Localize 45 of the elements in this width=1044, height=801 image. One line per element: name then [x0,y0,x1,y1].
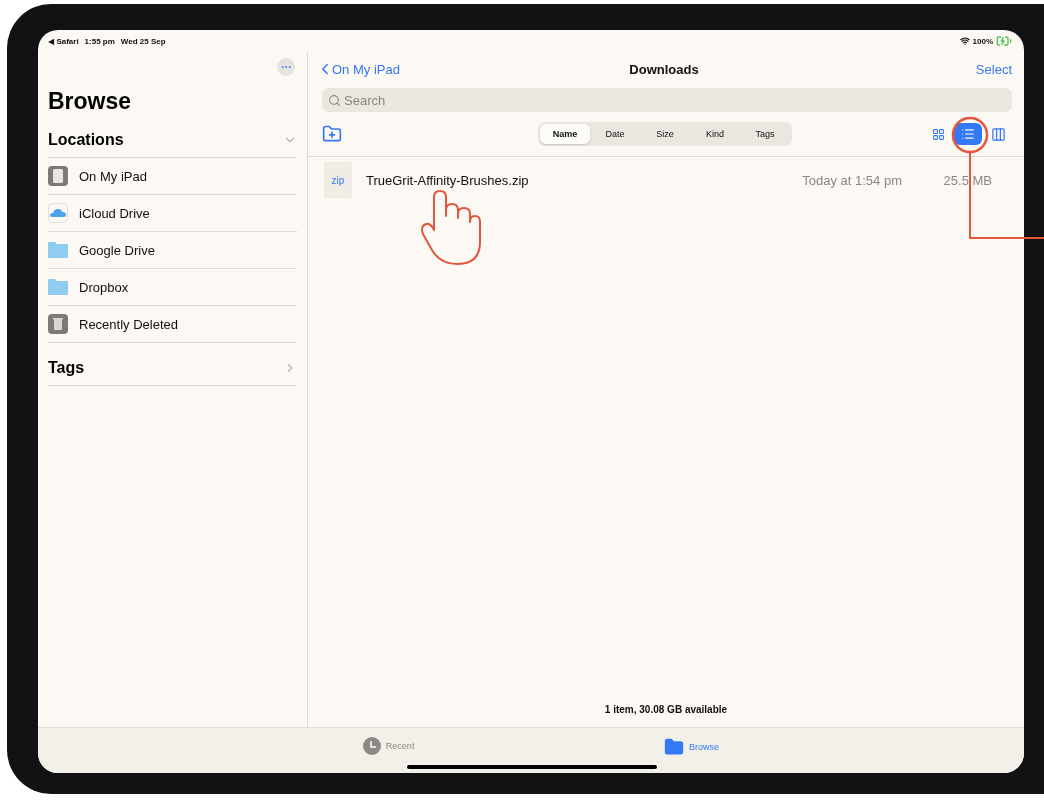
tablet-icon [48,166,68,186]
section-title: Locations [48,131,124,149]
sidebar-title: Browse [48,88,133,115]
sort-tab[interactable]: Date [590,124,640,144]
battery-percentage: 100% [972,36,993,46]
back-link[interactable]: On My iPad [316,60,400,78]
sort-tab[interactable]: Name [540,124,590,144]
columns-icon [990,126,1006,142]
wifi-icon [959,36,970,46]
more-button[interactable] [277,58,295,76]
highlight-circle [951,116,989,154]
location-item[interactable]: iCloud Drive [79,205,150,221]
location-item[interactable]: Recently Deleted [79,316,178,332]
back-to-app-label[interactable]: ◀ Safari [48,36,79,46]
file-date: Today at 1:54 pm [802,172,902,188]
battery-icon [996,33,1012,49]
search-field[interactable]: Search [322,88,1012,112]
sort-tab[interactable]: Kind [690,124,740,144]
storage-summary: 1 item, 30.08 GB available [604,704,728,715]
folder-title: Downloads [629,61,699,77]
location-item[interactable]: On My iPad [79,168,147,184]
file-name[interactable]: TrueGrit-Affinity-Brushes.zip [366,172,803,188]
status-date: Wed 25 Sep [120,36,166,46]
status-time: 1:55 pm [84,36,115,46]
folder-plus-icon [322,124,342,144]
new-folder-button[interactable] [322,124,342,144]
location-item[interactable]: Dropbox [79,279,129,295]
folder-icon [48,279,68,295]
sort-tab[interactable]: Tags [740,124,790,144]
file-size: 25.5 MB [942,172,992,188]
list-view-button[interactable] [954,123,982,145]
search-icon [328,94,341,107]
cloud-icon [48,203,68,223]
select-link[interactable]: Select [975,61,1012,77]
grid-icon [931,127,945,141]
file-type-icon: zip [324,162,352,198]
clock-icon [362,737,381,755]
list-icon [961,127,975,141]
section-title: Tags [48,359,85,377]
folder-icon [48,242,68,258]
trash-icon [48,314,68,334]
sort-tab[interactable]: Size [640,124,690,144]
location-item[interactable]: Google Drive [79,242,155,258]
tab-bar-item[interactable]: Browse [664,737,720,757]
folder-icon [664,737,685,757]
